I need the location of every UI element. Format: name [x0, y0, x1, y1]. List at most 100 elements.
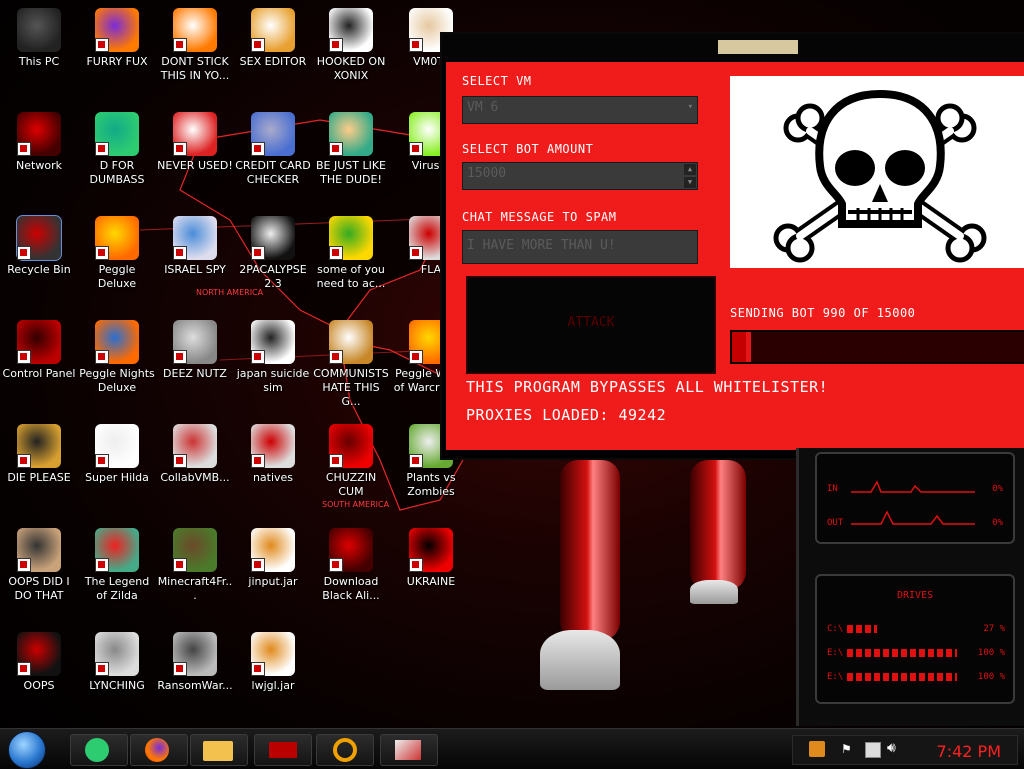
- desktop-icon[interactable]: jinput.jar: [234, 528, 312, 589]
- desktop-icon-label: DEEZ NUTZ: [163, 367, 227, 380]
- desktop-icon[interactable]: Peggle Nights Deluxe: [78, 320, 156, 395]
- desktop-icon-label: The Legend of Zilda: [84, 575, 150, 602]
- progress-text: SENDING BOT 990 OF 15000: [730, 306, 916, 320]
- desktop-icon-label: lwjgl.jar: [251, 679, 295, 692]
- progress-fill: [732, 332, 752, 362]
- desktop-icon[interactable]: 2PACALYPSE 2.3: [234, 216, 312, 291]
- taskbar-app-notes[interactable]: [70, 734, 128, 766]
- vm-bot-window[interactable]: SELECT VM VM 6 ▾ SELECT BOT AMOUNT 15000…: [440, 32, 1024, 460]
- desktop-icon-image: [329, 320, 373, 364]
- desktop-icon-label: HOOKED ON XONIX: [316, 55, 386, 82]
- desktop-icon[interactable]: Network: [0, 112, 78, 173]
- firefox-icon: [145, 738, 169, 762]
- shortcut-arrow-icon: [17, 558, 31, 572]
- bot-amount-value: 15000: [467, 166, 507, 181]
- desktop-icon-label: CollabVMB...: [160, 471, 230, 484]
- desktop-icon[interactable]: COMMUNISTS HATE THIS G...: [312, 320, 390, 409]
- desktop-icon[interactable]: DEEZ NUTZ: [156, 320, 234, 381]
- start-button[interactable]: [8, 731, 46, 769]
- desktop-icon-image: [173, 528, 217, 572]
- desktop-icon[interactable]: BE JUST LIKE THE DUDE!: [312, 112, 390, 187]
- volume-icon[interactable]: 🔊︎: [887, 740, 896, 756]
- shortcut-arrow-icon: [251, 558, 265, 572]
- desktop-icon-image: [329, 8, 373, 52]
- desktop-icon[interactable]: lwjgl.jar: [234, 632, 312, 693]
- java-tray-icon[interactable]: [809, 741, 825, 757]
- stepper-up-icon[interactable]: ▲: [684, 164, 696, 175]
- desktop-icon[interactable]: LYNCHING: [78, 632, 156, 693]
- bot-progress-bar: [730, 330, 1024, 364]
- shortcut-arrow-icon: [95, 350, 109, 364]
- desktop-icon[interactable]: ISRAEL SPY: [156, 216, 234, 277]
- desktop-icon[interactable]: UKRAINE: [392, 528, 470, 589]
- bot-amount-stepper[interactable]: 15000 ▲ ▼: [462, 162, 698, 190]
- desktop-icon[interactable]: Super Hilda: [78, 424, 156, 485]
- drive-name: C:\: [827, 624, 844, 634]
- desktop-icon[interactable]: FURRY FUX: [78, 8, 156, 69]
- flag-icon[interactable]: ⚑: [841, 742, 852, 756]
- shortcut-arrow-icon: [409, 246, 423, 260]
- desktop-icon[interactable]: SEX EDITOR: [234, 8, 312, 69]
- net-in-graph: [851, 480, 975, 493]
- desktop-icon[interactable]: Recycle Bin: [0, 215, 78, 277]
- desktop-icon[interactable]: CHUZZIN CUM: [312, 424, 390, 499]
- select-vm-dropdown[interactable]: VM 6 ▾: [462, 96, 698, 124]
- desktop-icon-image: [329, 112, 373, 156]
- desktop-icon-label: SEX EDITOR: [239, 55, 307, 68]
- desktop-icon[interactable]: DIE PLEASE: [0, 424, 78, 485]
- desktop-icon[interactable]: japan suicide sim: [234, 320, 312, 395]
- taskbar-app-search[interactable]: [316, 734, 374, 766]
- desktop-icon-label: Plants vs Zombies: [406, 471, 456, 498]
- desktop-icon-label: NEVER USED!: [157, 159, 233, 172]
- desktop-icon[interactable]: The Legend of Zilda: [78, 528, 156, 603]
- taskbar-app-collabvm[interactable]: [380, 734, 438, 766]
- desktop-icon-image: [17, 112, 61, 156]
- clock[interactable]: 7:42 PM: [937, 742, 1001, 761]
- desktop-icon-image: [329, 216, 373, 260]
- desktop-icon[interactable]: HOOKED ON XONIX: [312, 8, 390, 83]
- desktop-icon[interactable]: DONT STICK THIS IN YO...: [156, 8, 234, 83]
- desktop-icon[interactable]: Control Panel: [0, 320, 78, 381]
- system-monitor-gadget: IN 0% OUT 0% DRIVES C:\ 27 % E:\ 100 % E:\ 10…: [796, 448, 1024, 726]
- desktop-icon[interactable]: CollabVMB...: [156, 424, 234, 485]
- desktop-icon[interactable]: OOPS: [0, 632, 78, 693]
- desktop-icon[interactable]: Minecraft4Fr...: [156, 528, 234, 603]
- desktop-icon[interactable]: CREDIT CARD CHECKER: [234, 112, 312, 187]
- desktop-icon[interactable]: Peggle Deluxe: [78, 216, 156, 291]
- desktop-icon[interactable]: Download Black Ali...: [312, 528, 390, 603]
- select-vm-label: SELECT VM: [462, 74, 532, 88]
- window-titlebar[interactable]: [442, 34, 1024, 60]
- desktop-icon[interactable]: This PC: [0, 8, 78, 69]
- drives-title: DRIVES: [897, 590, 934, 601]
- taskbar-app-firefox[interactable]: [130, 734, 188, 766]
- shortcut-arrow-icon: [251, 350, 265, 364]
- desktop-icon-label: jinput.jar: [248, 575, 298, 588]
- desktop-icon[interactable]: OOPS DID I DO THAT: [0, 528, 78, 603]
- desktop-icon[interactable]: RansomWar...: [156, 632, 234, 693]
- desktop-icon[interactable]: NEVER USED!: [156, 112, 234, 173]
- desktop-icon-image: [16, 215, 62, 261]
- desktop-icon-image: [95, 632, 139, 676]
- chat-message-input[interactable]: I HAVE MORE THAN U!: [462, 230, 698, 264]
- taskbar-app-explorer[interactable]: [190, 734, 248, 766]
- taskbar-app-control[interactable]: [254, 734, 312, 766]
- desktop-icon-label: some of you need to ac...: [316, 263, 386, 290]
- desktop-icon-label: Peggle Nights Deluxe: [79, 367, 155, 394]
- drive-usage-value: 100 %: [977, 648, 1005, 658]
- drive-name: E:\: [827, 672, 844, 682]
- window-title-tab[interactable]: [718, 40, 798, 54]
- desktop-icon[interactable]: natives: [234, 424, 312, 485]
- desktop-icon-image: [251, 528, 295, 572]
- chat-message-label: CHAT MESSAGE TO SPAM: [462, 210, 617, 224]
- stepper-down-icon[interactable]: ▼: [684, 177, 696, 188]
- network-icon[interactable]: [865, 742, 881, 758]
- desktop-icon-image: [95, 424, 139, 468]
- desktop-icon[interactable]: some of you need to ac...: [312, 216, 390, 291]
- desktop-icon-image: [173, 424, 217, 468]
- desktop-icon[interactable]: D FOR DUMBASS: [78, 112, 156, 187]
- attack-button[interactable]: ATTACK: [466, 276, 716, 374]
- desktop-icon-label: Super Hilda: [85, 471, 149, 484]
- collabvm-icon: [395, 740, 421, 760]
- desktop-icon-label: COMMUNISTS HATE THIS G...: [313, 367, 389, 408]
- robot-leg-right: [690, 460, 746, 590]
